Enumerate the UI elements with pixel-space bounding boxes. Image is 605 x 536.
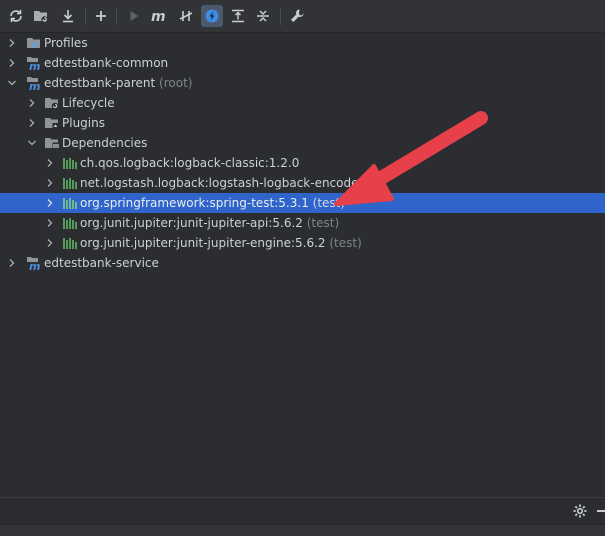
gear-icon[interactable] xyxy=(572,503,588,522)
minimize-icon[interactable] xyxy=(597,510,605,512)
annotation-arrow xyxy=(334,111,488,206)
bottom-strip xyxy=(0,524,605,536)
status-bar xyxy=(0,497,605,525)
